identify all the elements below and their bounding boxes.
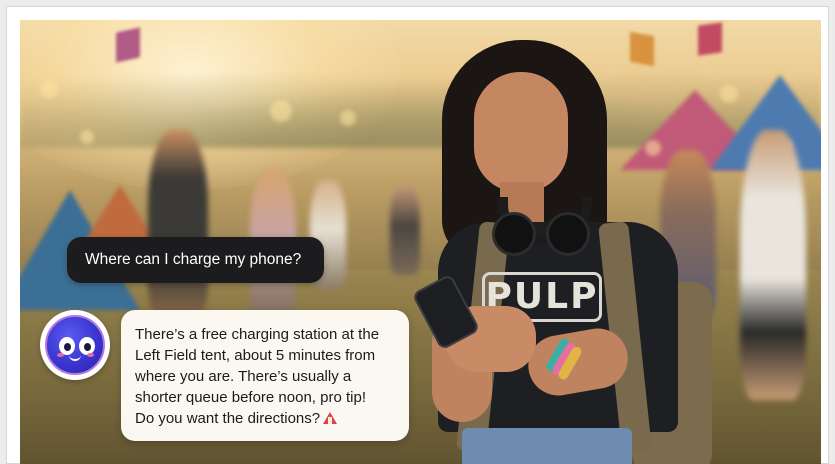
bokeh-light — [720, 85, 738, 103]
avatar-face — [45, 315, 105, 375]
background-person — [740, 130, 806, 400]
assistant-message-last-line: Do you want the directions? — [135, 408, 397, 429]
avatar-pupil — [64, 343, 71, 351]
avatar-mouth — [69, 355, 81, 361]
assistant-message-line: Do you want the directions? — [135, 410, 321, 427]
festival-flag — [116, 27, 140, 63]
woman-with-phone: PULP — [411, 32, 712, 464]
smiling-blob-avatar-icon — [40, 310, 110, 380]
avatar-cheek — [87, 353, 94, 357]
bokeh-light — [40, 80, 58, 98]
bokeh-light — [340, 110, 356, 126]
headphone-cup — [546, 212, 590, 256]
assistant-message-bubble: There’s a free charging station at the L… — [121, 310, 409, 441]
assistant-message-line: where you are. There’s usually a — [135, 368, 352, 385]
avatar-cheek — [57, 353, 64, 357]
bokeh-light — [270, 100, 292, 122]
headphone-cup — [492, 212, 536, 256]
assistant-message-line: shorter queue before noon, pro tip! — [135, 389, 366, 406]
avatar-pupil — [84, 343, 91, 351]
assistant-message-line: Left Field tent, about 5 minutes from — [135, 347, 376, 364]
bokeh-light — [80, 130, 94, 144]
background-person — [148, 130, 208, 320]
jeans — [462, 428, 632, 464]
face — [474, 72, 568, 192]
assistant-message-line: There’s a free charging station at the — [135, 326, 380, 343]
avatar-eye — [79, 337, 95, 355]
user-message-bubble: Where can I charge my phone? — [67, 237, 324, 283]
circus-tent-icon — [323, 412, 338, 424]
